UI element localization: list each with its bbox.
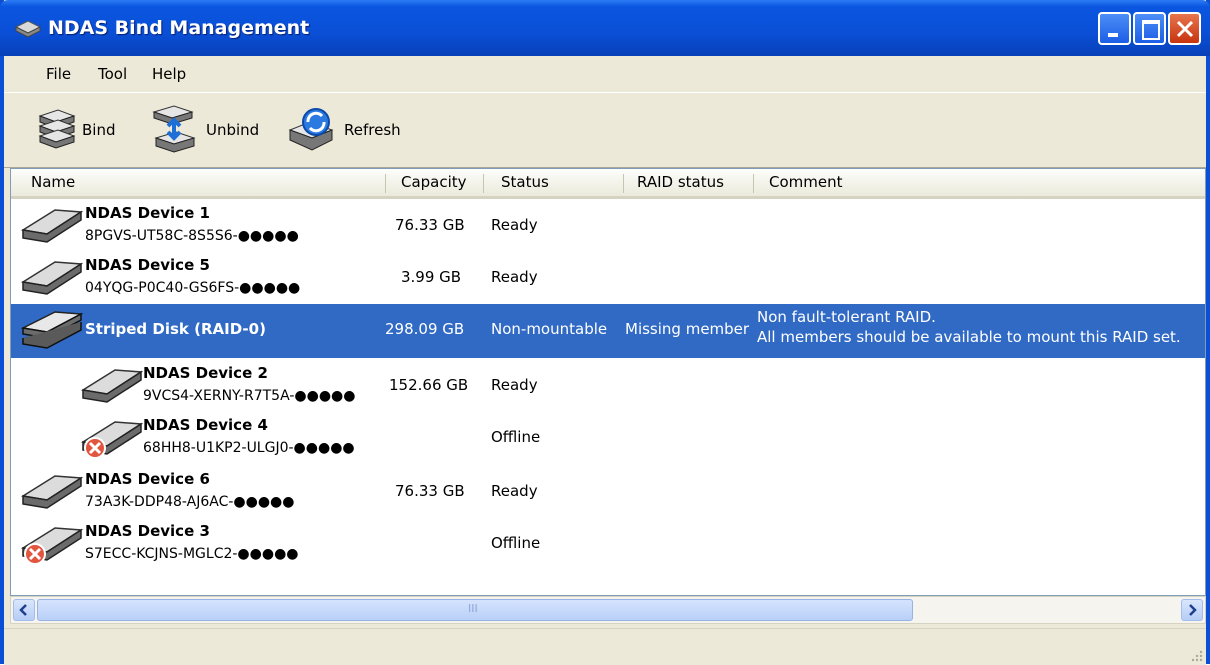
capacity-cell: 152.66 GB xyxy=(389,376,469,394)
device-name: NDAS Device 1 xyxy=(85,204,210,222)
unbind-icon xyxy=(152,105,196,153)
table-row[interactable]: NDAS Device 2 9VCS4-XERNY-R7T5A-●●●●● 15… xyxy=(11,360,1205,412)
list-header: Name Capacity Status RAID status Comment xyxy=(11,169,1205,199)
bind-button[interactable]: Bind xyxy=(36,103,116,157)
status-cell: Ready xyxy=(491,482,538,500)
capacity-cell: 76.33 GB xyxy=(395,216,465,234)
menu-file[interactable]: File xyxy=(46,65,71,83)
offline-disk-icon xyxy=(80,421,144,459)
device-id: 9VCS4-XERNY-R7T5A-●●●●● xyxy=(143,388,356,404)
refresh-label: Refresh xyxy=(344,121,401,139)
offline-disk-icon xyxy=(20,527,84,565)
column-header-comment[interactable]: Comment xyxy=(769,169,843,196)
bind-icon xyxy=(38,109,76,149)
device-id: 8PGVS-UT58C-8S5S6-●●●●● xyxy=(85,228,299,244)
table-row-selected[interactable]: Striped Disk (RAID-0) 298.09 GB Non-moun… xyxy=(11,304,1205,358)
device-id: 04YQG-P0C40-GS6FS-●●●●● xyxy=(85,280,301,296)
status-cell: Ready xyxy=(491,216,538,234)
device-id: 73A3K-DDP48-AJ6AC-●●●●● xyxy=(85,494,295,510)
disk-icon xyxy=(20,475,84,509)
disk-icon xyxy=(20,209,84,243)
title-bar[interactable]: NDAS Bind Management xyxy=(0,0,1210,56)
unbind-button[interactable]: Unbind xyxy=(150,103,259,157)
device-id: S7ECC-KCJNS-MGLC2-●●●●● xyxy=(85,546,299,562)
refresh-button[interactable]: Refresh xyxy=(286,103,401,157)
column-divider[interactable] xyxy=(385,174,386,193)
maximize-icon xyxy=(1142,20,1160,40)
scroll-thumb-grip: III xyxy=(468,602,478,615)
raid-status-cell: Missing member xyxy=(625,320,750,338)
menu-bar: File Tool Help xyxy=(4,56,1206,92)
disk-icon xyxy=(80,369,144,403)
column-divider[interactable] xyxy=(623,174,624,193)
comment-line-2: All members should be available to mount… xyxy=(757,328,1181,346)
column-header-status[interactable]: Status xyxy=(501,169,549,196)
bind-label: Bind xyxy=(82,121,116,139)
raid-name: Striped Disk (RAID-0) xyxy=(85,320,266,338)
column-header-name[interactable]: Name xyxy=(31,169,75,196)
scroll-left-button[interactable] xyxy=(13,599,35,621)
status-cell: Offline xyxy=(491,534,541,552)
scroll-right-button[interactable] xyxy=(1181,599,1203,621)
column-divider[interactable] xyxy=(483,174,484,193)
column-header-raid-status[interactable]: RAID status xyxy=(637,169,724,196)
table-row[interactable]: NDAS Device 1 8PGVS-UT58C-8S5S6-●●●●● 76… xyxy=(11,200,1205,252)
capacity-cell: 76.33 GB xyxy=(395,482,465,500)
chevron-right-icon xyxy=(1189,604,1197,616)
window-title: NDAS Bind Management xyxy=(48,17,310,39)
device-name: NDAS Device 6 xyxy=(85,470,210,488)
device-list[interactable]: Name Capacity Status RAID status Comment… xyxy=(10,168,1206,596)
disk-icon xyxy=(20,261,84,295)
device-name: NDAS Device 3 xyxy=(85,522,210,540)
device-name: NDAS Device 4 xyxy=(143,416,268,434)
device-id: 68HH8-U1KP2-ULGJ0-●●●●● xyxy=(143,440,355,456)
minimize-button[interactable] xyxy=(1098,12,1131,45)
menu-help[interactable]: Help xyxy=(152,65,186,83)
menu-tool[interactable]: Tool xyxy=(98,65,127,83)
maximize-button[interactable] xyxy=(1133,12,1166,45)
table-row[interactable]: NDAS Device 3 S7ECC-KCJNS-MGLC2-●●●●● Of… xyxy=(11,518,1205,570)
device-name: NDAS Device 2 xyxy=(143,364,268,382)
toolbar: Bind Unbind Refresh xyxy=(4,92,1206,168)
refresh-icon xyxy=(288,108,334,151)
column-header-capacity[interactable]: Capacity xyxy=(401,169,467,196)
scroll-thumb[interactable]: III xyxy=(37,599,913,621)
status-cell: Offline xyxy=(491,428,541,446)
close-icon xyxy=(1176,20,1194,38)
table-row[interactable]: NDAS Device 6 73A3K-DDP48-AJ6AC-●●●●● 76… xyxy=(11,466,1205,518)
column-divider[interactable] xyxy=(753,174,754,193)
status-cell: Ready xyxy=(491,268,538,286)
device-name: NDAS Device 5 xyxy=(85,256,210,274)
table-row[interactable]: NDAS Device 5 04YQG-P0C40-GS6FS-●●●●● 3.… xyxy=(11,252,1205,304)
status-cell: Ready xyxy=(491,376,538,394)
unbind-label: Unbind xyxy=(206,121,260,139)
capacity-cell: 298.09 GB xyxy=(385,320,465,338)
resize-grip-icon[interactable] xyxy=(1188,647,1204,663)
app-window: NDAS Bind Management File Tool Help Bind… xyxy=(0,0,1210,665)
capacity-cell: 3.99 GB xyxy=(401,268,462,286)
horizontal-scrollbar[interactable]: III xyxy=(10,596,1206,624)
table-row[interactable]: NDAS Device 4 68HH8-U1KP2-ULGJ0-●●●●● Of… xyxy=(11,412,1205,464)
app-icon xyxy=(14,20,42,38)
comment-line-1: Non fault-tolerant RAID. xyxy=(757,308,936,326)
raid-disk-icon xyxy=(20,311,84,349)
status-cell: Non-mountable xyxy=(491,320,608,338)
minimize-icon xyxy=(1108,33,1118,37)
chevron-left-icon xyxy=(19,604,27,616)
status-bar xyxy=(4,628,1206,665)
close-button[interactable] xyxy=(1168,12,1201,45)
